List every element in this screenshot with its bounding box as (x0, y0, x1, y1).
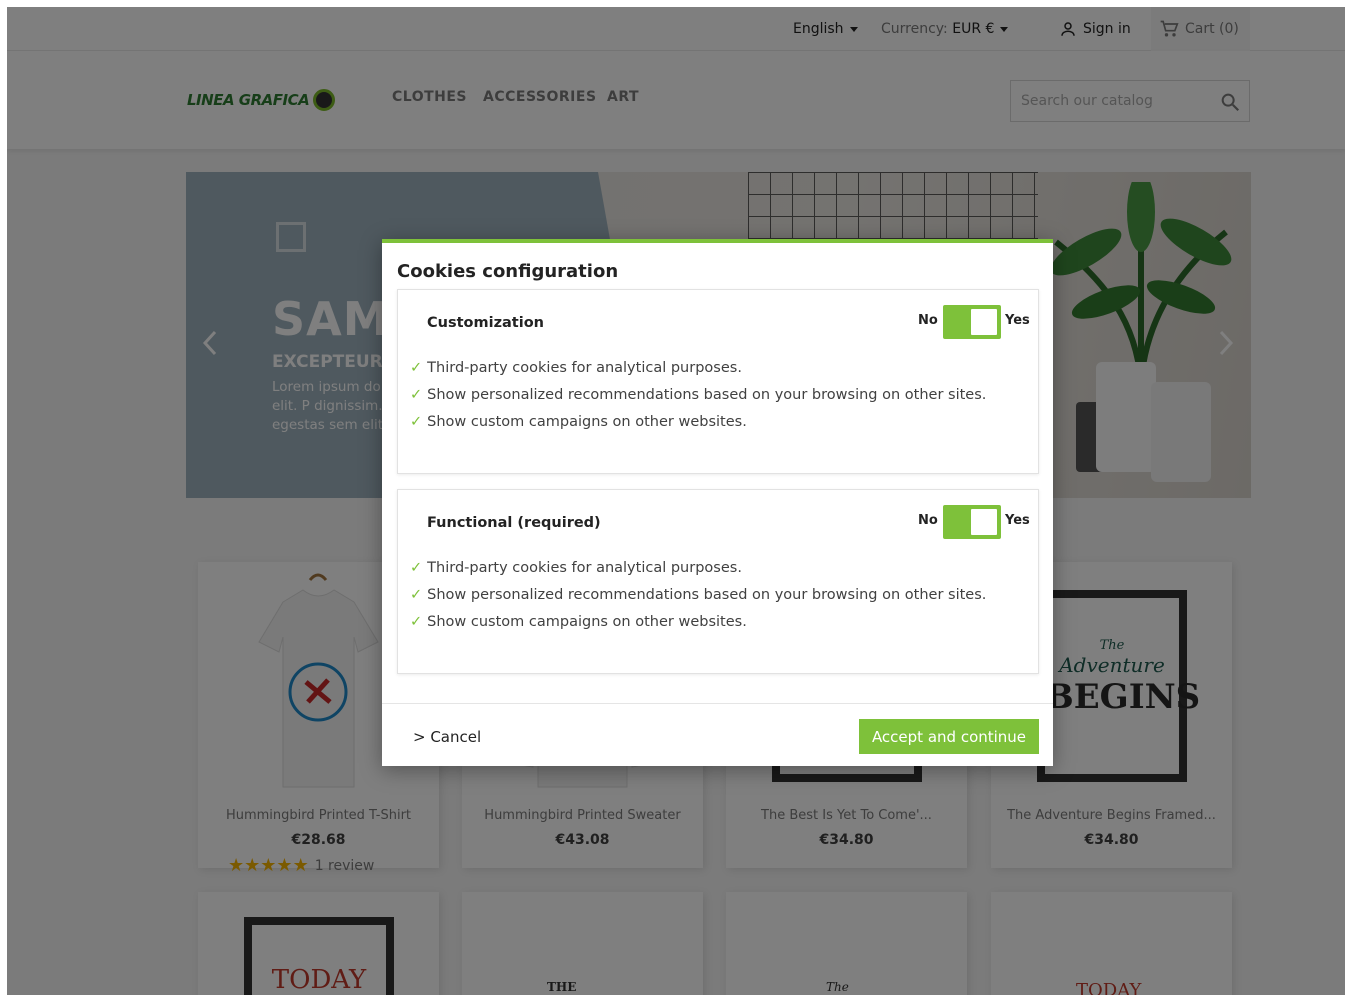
feature-text: Third-party cookies for analytical purpo… (427, 360, 742, 376)
toggle-knob (971, 509, 997, 535)
toggle-knob (971, 309, 997, 335)
list-item: ✓ Third-party cookies for analytical purp… (410, 358, 986, 385)
section-title: Functional (required) (427, 515, 601, 531)
list-item: ✓ Show personalized recommendations based… (410, 385, 986, 412)
feature-list: ✓ Third-party cookies for analytical purp… (410, 358, 986, 439)
checkmark-icon: ✓ (410, 587, 423, 603)
list-item: ✓ Show custom campaigns on other websites… (410, 412, 986, 439)
list-item: ✓ Show personalized recommendations based… (410, 585, 986, 612)
accept-continue-button[interactable]: Accept and continue (859, 719, 1039, 754)
modal-divider (382, 703, 1053, 704)
cookie-section-customization: Customization No Yes ✓ Third-party cookie… (397, 289, 1039, 474)
list-item: ✓ Third-party cookies for analytical purp… (410, 558, 986, 585)
feature-text: Show custom campaigns on other websites. (427, 614, 747, 630)
cookie-section-functional: Functional (required) No Yes ✓ Third-part… (397, 489, 1039, 674)
feature-text: Third-party cookies for analytical purpo… (427, 560, 742, 576)
customization-toggle[interactable] (943, 305, 1001, 339)
feature-list: ✓ Third-party cookies for analytical purp… (410, 558, 986, 639)
functional-toggle[interactable] (943, 505, 1001, 539)
checkmark-icon: ✓ (410, 387, 423, 403)
toggle-yes-label: Yes (1005, 513, 1030, 528)
checkmark-icon: ✓ (410, 360, 423, 376)
list-item: ✓ Show custom campaigns on other websites… (410, 612, 986, 639)
feature-text: Show personalized recommendations based … (427, 587, 987, 603)
checkmark-icon: ✓ (410, 614, 423, 630)
toggle-yes-label: Yes (1005, 313, 1030, 328)
cancel-link[interactable]: > Cancel (413, 728, 481, 746)
checkmark-icon: ✓ (410, 560, 423, 576)
feature-text: Show custom campaigns on other websites. (427, 414, 747, 430)
toggle-no-label: No (918, 313, 938, 328)
toggle-no-label: No (918, 513, 938, 528)
checkmark-icon: ✓ (410, 414, 423, 430)
modal-title: Cookies configuration (397, 261, 619, 282)
feature-text: Show personalized recommendations based … (427, 387, 987, 403)
section-title: Customization (427, 315, 544, 331)
cookies-config-modal: Cookies configuration Customization No Y… (382, 239, 1053, 766)
